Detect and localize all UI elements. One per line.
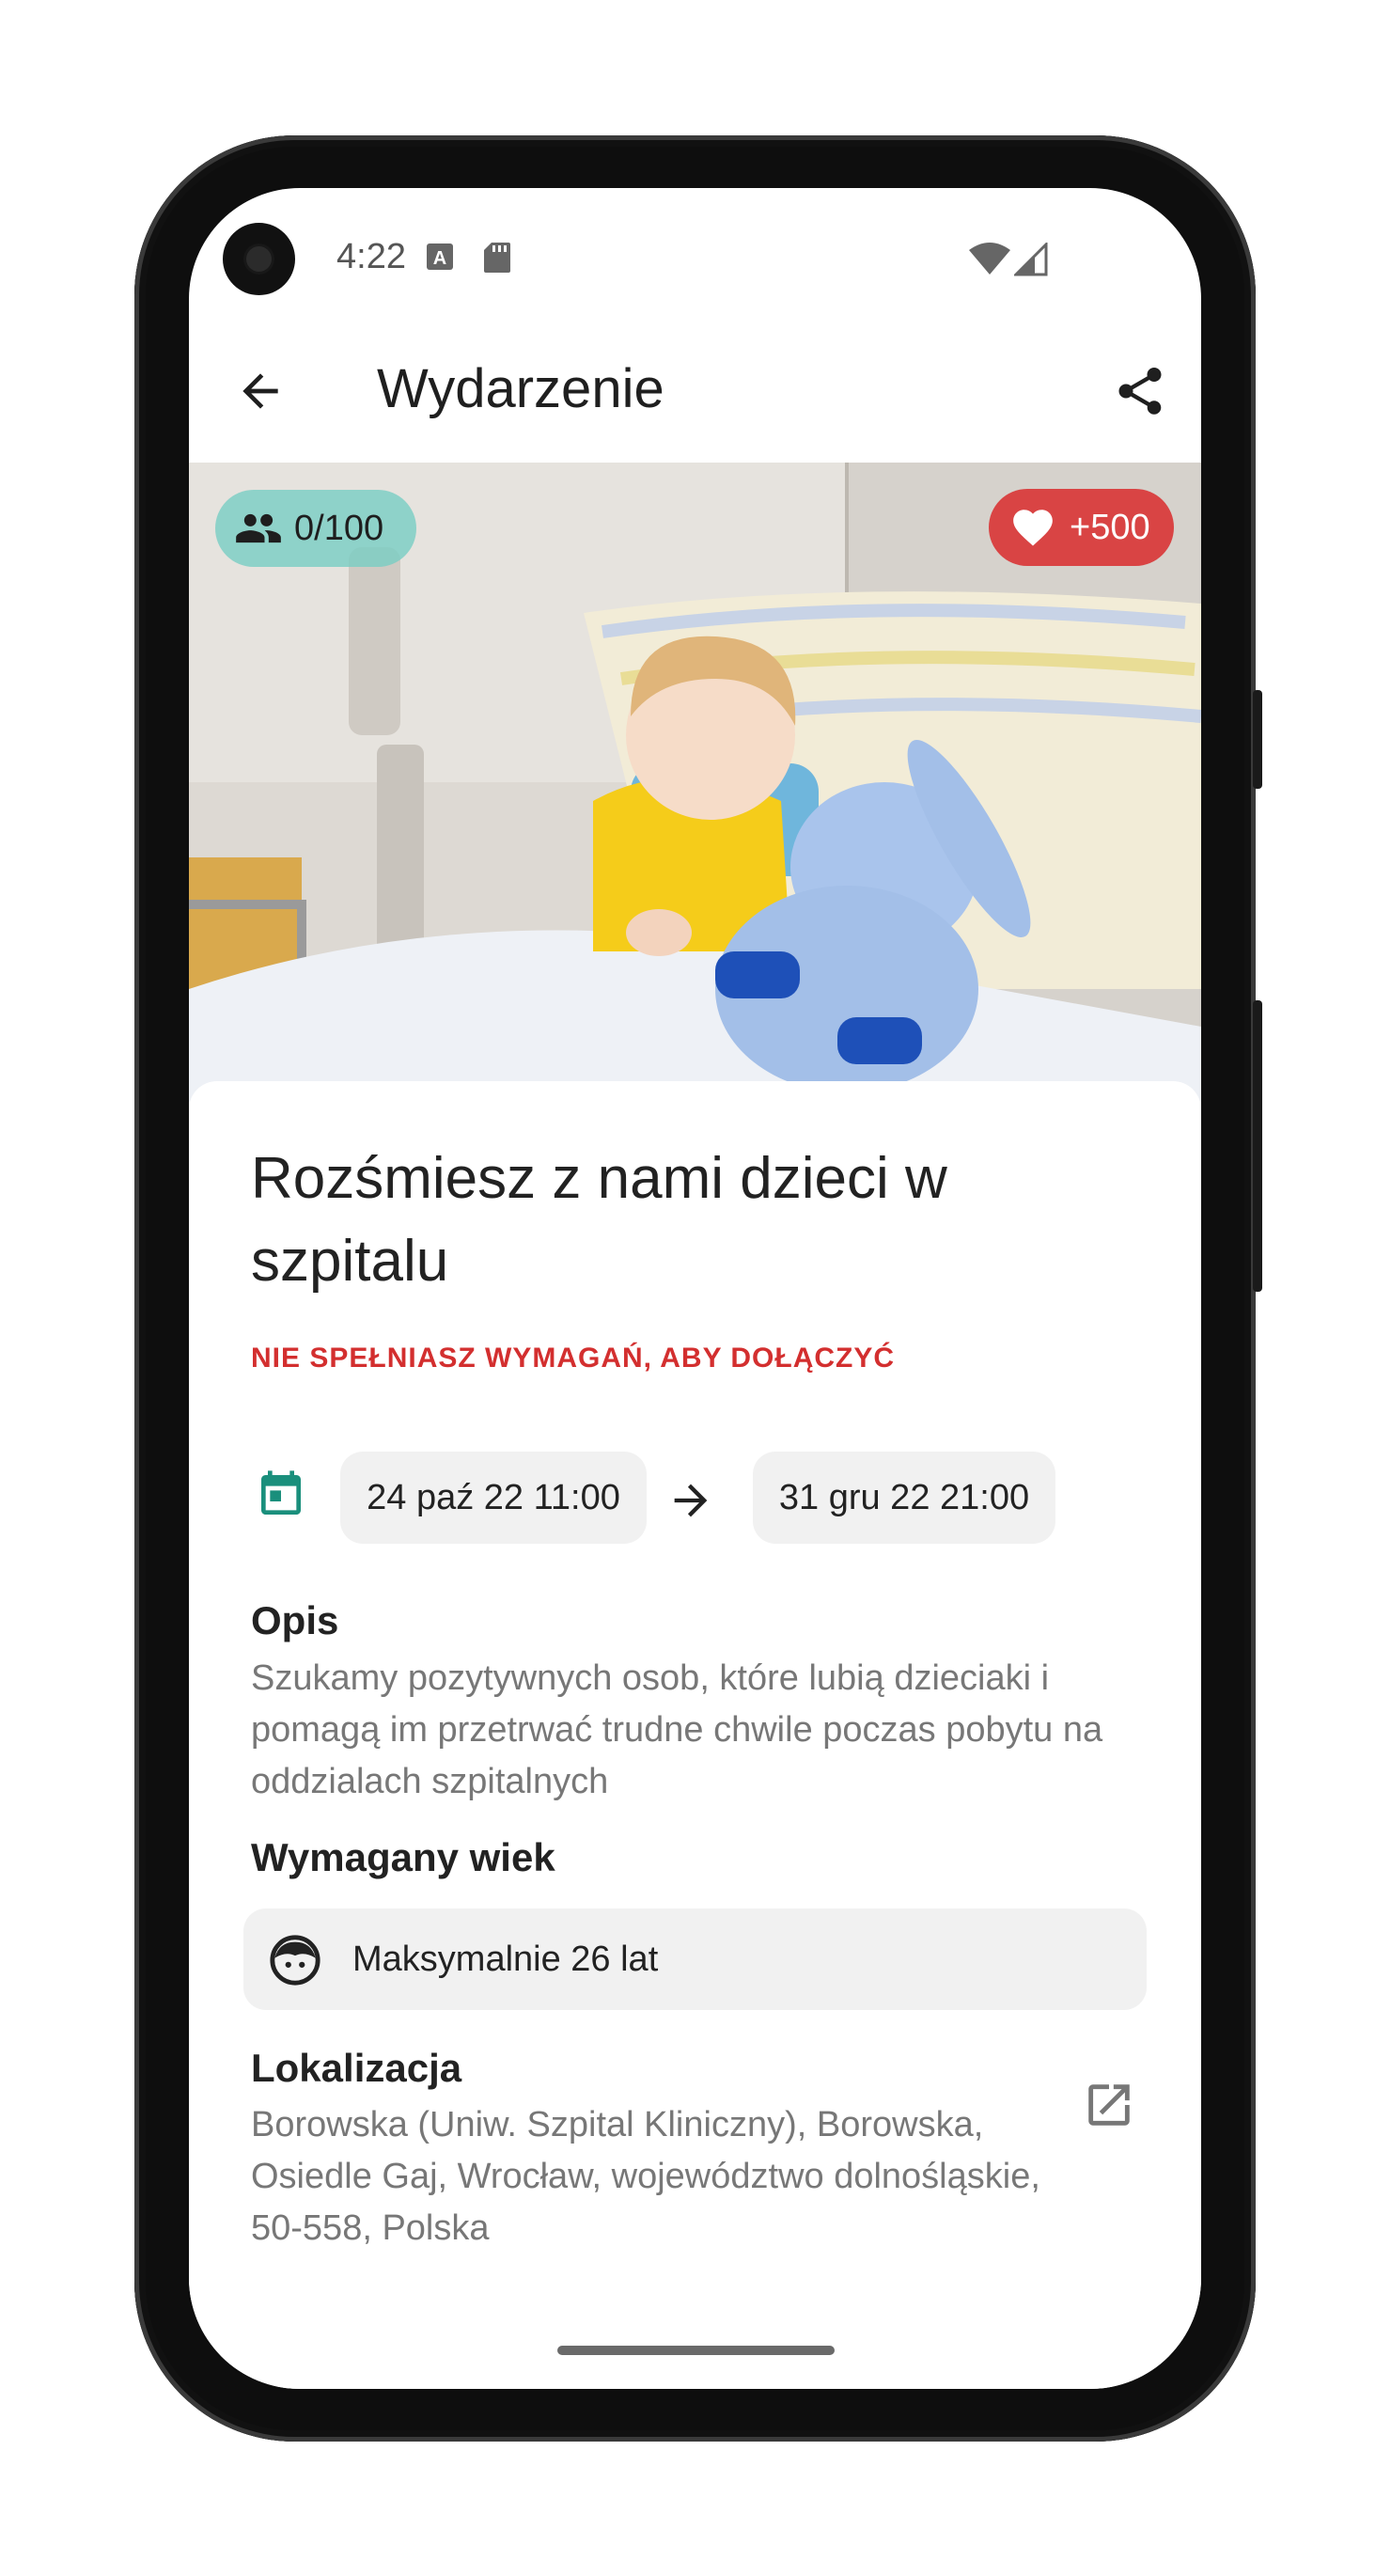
screen: 4:22 A Wydarzenie 0/100 +500 Rozśmiesz z…: [189, 188, 1201, 2389]
heart-icon: [1013, 510, 1053, 546]
svg-text:A: A: [433, 248, 446, 269]
description-text: Szukamy pozytywnych osob, które lubią dz…: [251, 1658, 1103, 1801]
age-label: Wymagany wiek: [251, 1835, 555, 1879]
wifi-icon: [969, 243, 1010, 275]
calendar-icon: [261, 1470, 301, 1515]
status-bar: 4:22 A: [189, 188, 1201, 320]
front-camera: [223, 223, 295, 295]
end-date-chip[interactable]: 31 gru 22 21:00: [753, 1452, 1055, 1544]
location-text: Borowska (Uniw. Szpital Kliniczny), Boro…: [251, 2105, 1040, 2248]
location-label: Lokalizacja: [251, 2046, 462, 2090]
age-requirement: Maksymalnie 26 lat: [243, 1908, 1147, 2010]
description-label: Opis: [251, 1598, 339, 1642]
volume-button: [1253, 1000, 1262, 1292]
keyboard-a-icon: A: [427, 243, 453, 270]
open-external-icon[interactable]: [1082, 2078, 1136, 2132]
requirements-warning: NIE SPEŁNIASZ WYMAGAŃ, ABY DOŁĄCZYĆ: [251, 1343, 896, 1374]
points-chip: +500: [989, 489, 1174, 566]
event-title: Rozśmiesz z nami dzieci w szpitalu: [251, 1146, 947, 1294]
participants-chip: 0/100: [215, 490, 416, 567]
participants-count: 0/100: [294, 508, 384, 548]
power-button: [1253, 690, 1262, 789]
age-value: Maksymalnie 26 lat: [352, 1940, 659, 1979]
event-image: 0/100 +500: [189, 463, 1201, 1102]
page-title: Wydarzenie: [377, 358, 664, 419]
share-icon[interactable]: [1112, 363, 1168, 419]
people-icon: [236, 513, 281, 543]
signal-icon: [1014, 243, 1048, 276]
status-time: 4:22: [336, 237, 406, 276]
back-arrow-icon[interactable]: [234, 365, 287, 417]
arrow-right-icon: [674, 1484, 708, 1517]
event-details: Rozśmiesz z nami dzieci w szpitalu NIE S…: [189, 1081, 1201, 2389]
start-date-chip[interactable]: 24 paź 22 11:00: [340, 1452, 647, 1544]
points-value: +500: [1070, 507, 1150, 547]
home-indicator[interactable]: [557, 2346, 835, 2355]
app-bar: Wydarzenie: [189, 320, 1201, 463]
phone-frame: 4:22 A Wydarzenie 0/100 +500 Rozśmiesz z…: [134, 135, 1262, 2442]
sd-card-icon: [484, 243, 510, 273]
child-face-icon: [270, 1935, 320, 1986]
